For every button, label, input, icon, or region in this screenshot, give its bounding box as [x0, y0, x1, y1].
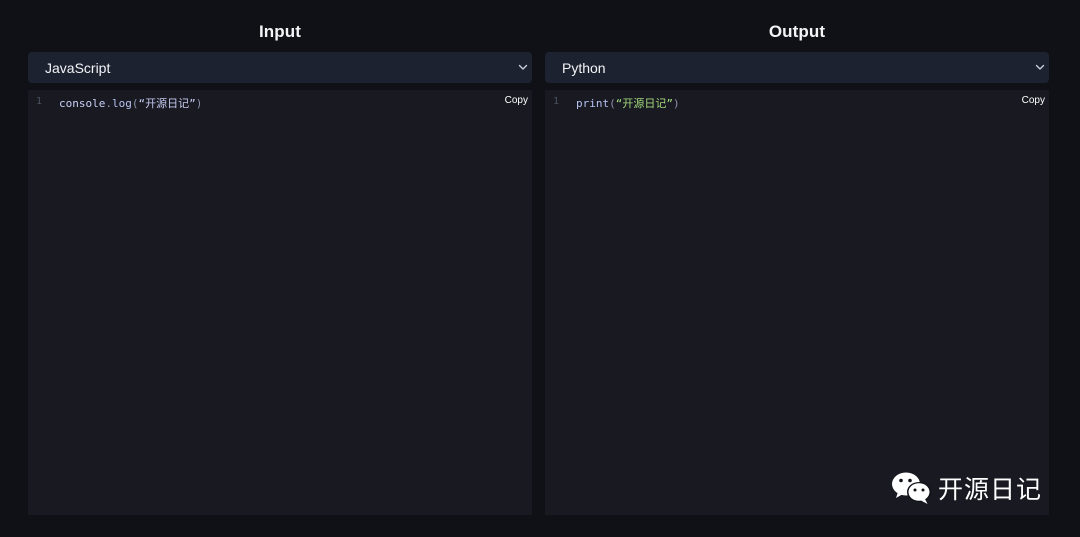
- line-number: 1: [553, 96, 560, 107]
- code-line: print(“开源日记”): [576, 95, 680, 111]
- input-pane: Input JavaScript 1 console.log(“开源日记”) C…: [28, 0, 532, 537]
- output-code-editor[interactable]: 1 print(“开源日记”) Copy: [545, 90, 1049, 515]
- output-pane: Output Python 1 print(“开源日记”) Copy: [545, 0, 1049, 537]
- input-language-label: JavaScript: [45, 60, 111, 76]
- code-token-string: “开源日记”: [138, 97, 196, 110]
- code-token-close-paren: ): [195, 97, 203, 110]
- code-token-dot: .: [105, 97, 112, 110]
- code-token-method: log: [111, 97, 132, 110]
- input-language-select[interactable]: JavaScript: [28, 52, 532, 83]
- output-copy-button[interactable]: Copy: [1022, 95, 1045, 106]
- input-copy-button[interactable]: Copy: [505, 95, 528, 106]
- code-token-string: “开源日记”: [615, 97, 673, 110]
- input-code-editor[interactable]: 1 console.log(“开源日记”) Copy: [28, 90, 532, 515]
- code-token-function: print: [576, 97, 610, 110]
- chevron-down-icon: [1035, 64, 1045, 70]
- code-token-close-paren: ): [673, 97, 680, 110]
- code-translator-page: Input JavaScript 1 console.log(“开源日记”) C…: [0, 0, 1080, 537]
- watermark: 开源日记: [890, 468, 1042, 508]
- output-language-select[interactable]: Python: [545, 52, 1049, 83]
- input-title: Input: [258, 22, 302, 41]
- chevron-down-icon: [518, 64, 528, 70]
- code-token-object: console: [59, 97, 106, 110]
- code-line: console.log(“开源日记”): [59, 95, 202, 111]
- code-token-open-paren: (: [609, 97, 616, 110]
- watermark-text: 开源日记: [938, 475, 1043, 504]
- output-title: Output: [768, 22, 826, 41]
- wechat-icon: [892, 472, 931, 504]
- line-number: 1: [36, 96, 43, 107]
- output-language-label: Python: [562, 60, 606, 76]
